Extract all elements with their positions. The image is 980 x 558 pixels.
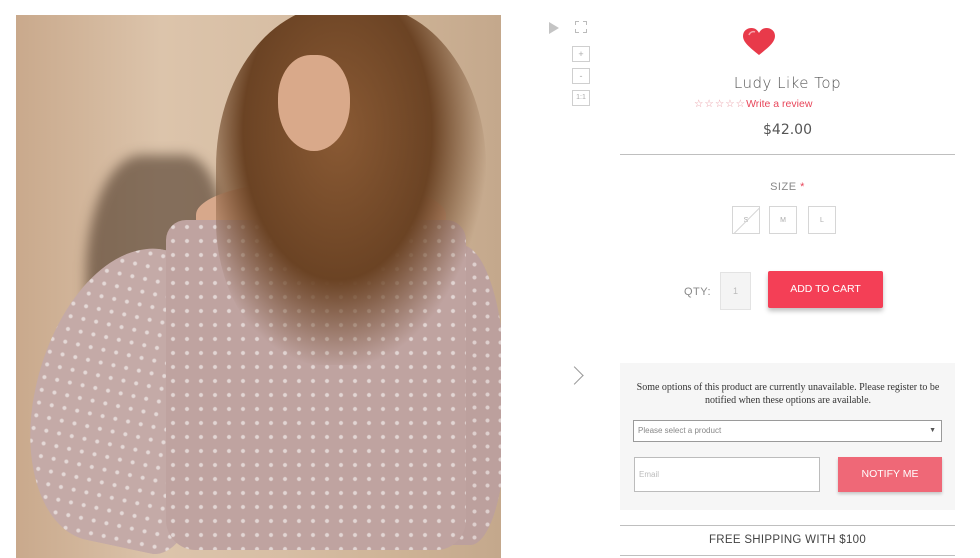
image-hair <box>216 15 486 365</box>
zoom-in-button[interactable]: + <box>572 46 590 62</box>
qty-label: QTY: <box>684 286 712 298</box>
rating-stars: ☆☆☆☆☆ <box>694 98 747 110</box>
play-icon[interactable] <box>549 22 559 34</box>
add-to-cart-button[interactable]: ADD TO CART <box>768 271 883 308</box>
heart-icon[interactable] <box>743 28 775 56</box>
required-mark: * <box>800 181 805 193</box>
qty-input[interactable]: 1 <box>720 272 751 310</box>
email-field[interactable]: Email <box>634 457 820 492</box>
size-option-s[interactable]: S <box>732 206 760 234</box>
divider <box>620 154 955 155</box>
size-option-m[interactable]: M <box>769 206 797 234</box>
rating-row: ☆☆☆☆☆Write a review <box>620 98 980 110</box>
divider <box>620 525 955 526</box>
notify-message: Some options of this product are current… <box>636 382 940 406</box>
caret-down-icon: ▼ <box>929 427 936 434</box>
product-image[interactable] <box>16 15 501 558</box>
size-label: SIZE * <box>620 181 955 193</box>
divider <box>620 555 955 556</box>
size-label-text: SIZE <box>770 181 797 193</box>
product-title: Ludy Like Top <box>733 74 842 92</box>
fullscreen-icon[interactable] <box>575 21 587 33</box>
free-shipping-banner: FREE SHIPPING WITH $100 <box>708 534 867 546</box>
size-option-l[interactable]: L <box>808 206 836 234</box>
product-price: $42.00 <box>763 122 812 138</box>
product-select[interactable]: Please select a product ▼ <box>633 420 942 442</box>
zoom-reset-button[interactable]: 1:1 <box>572 90 590 106</box>
write-review-link[interactable]: Write a review <box>746 98 812 110</box>
chevron-right-icon[interactable] <box>565 366 584 385</box>
product-select-placeholder: Please select a product <box>638 426 722 435</box>
zoom-out-button[interactable]: - <box>572 68 590 84</box>
notify-me-button[interactable]: NOTIFY ME <box>838 457 942 492</box>
image-face <box>278 55 350 151</box>
